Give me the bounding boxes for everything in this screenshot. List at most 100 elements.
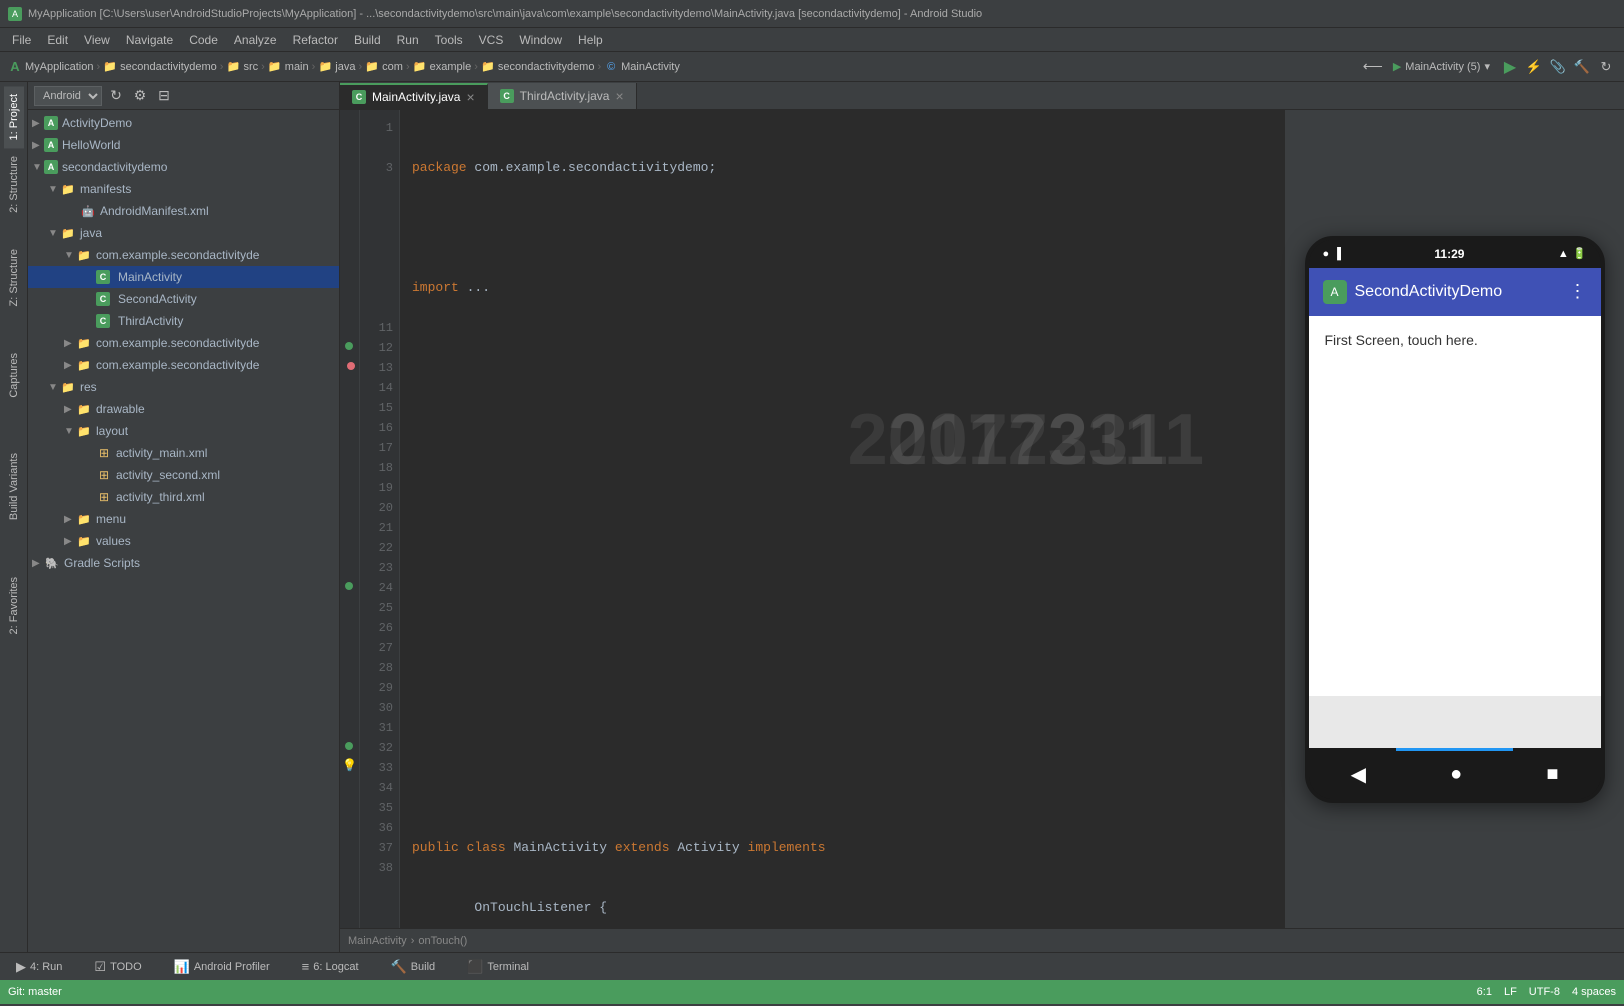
tree-item-gradle[interactable]: ▶ 🐘 Gradle Scripts — [28, 552, 339, 574]
menu-refactor[interactable]: Refactor — [285, 31, 346, 49]
sync-button[interactable]: ↻ — [1596, 57, 1616, 77]
tree-item-activity-main[interactable]: ⊞ activity_main.xml — [28, 442, 339, 464]
xml-icon-as: ⊞ — [96, 467, 112, 483]
menu-analyze[interactable]: Analyze — [226, 31, 285, 49]
menu-window[interactable]: Window — [511, 31, 570, 49]
bottom-tab-logcat[interactable]: ≡ 6: Logcat — [294, 953, 367, 980]
menu-edit[interactable]: Edit — [39, 31, 76, 49]
breadcrumb-java[interactable]: 📁 java — [318, 60, 355, 74]
class-icon-ta: C — [96, 314, 110, 328]
attach-button[interactable]: 📎 — [1548, 57, 1568, 77]
run-config-icon: ▶ — [1393, 60, 1401, 73]
tree-item-activity-second[interactable]: ⊞ activity_second.xml — [28, 464, 339, 486]
collapse-icon[interactable]: ⊟ — [154, 86, 174, 106]
bulb-icon[interactable]: 💡 — [342, 758, 357, 773]
gear-icon[interactable]: ⚙ — [130, 86, 150, 106]
tree-item-helloworld[interactable]: ▶ A HelloWorld — [28, 134, 339, 156]
code-content[interactable]: package com.example.secondactivitydemo; … — [400, 110, 1284, 928]
tree-item-activity-third[interactable]: ⊞ activity_third.xml — [28, 486, 339, 508]
tree-item-activitydemo[interactable]: ▶ A ActivityDemo — [28, 112, 339, 134]
error-marker — [347, 358, 355, 373]
breakpoint-1[interactable] — [345, 338, 355, 353]
build-button[interactable]: 🔨 — [1572, 57, 1592, 77]
bc-sep2: › — [220, 61, 224, 73]
bottom-tab-terminal[interactable]: ⬛ Terminal — [459, 953, 537, 980]
tree-item-values[interactable]: ▶ 📁 values — [28, 530, 339, 552]
tree-item-androidmanifest[interactable]: 🤖 AndroidManifest.xml — [28, 200, 339, 222]
tool-tab-project[interactable]: 1: Project — [4, 86, 24, 148]
tree-item-com2[interactable]: ▶ 📁 com.example.secondactivityde — [28, 332, 339, 354]
bc-myapplication: MyApplication — [25, 61, 93, 73]
tree-item-mainactivity[interactable]: C MainActivity — [28, 266, 339, 288]
breadcrumb-mainactivity[interactable]: © MainActivity — [604, 60, 680, 74]
bottom-tab-run[interactable]: ▶ 4: Run — [8, 953, 70, 980]
code-editor[interactable]: 💡 1 3 11 12 13 — [340, 110, 1284, 928]
menu-help[interactable]: Help — [570, 31, 611, 49]
menu-tools[interactable]: Tools — [427, 31, 471, 49]
editor-tab-mainactivity[interactable]: C MainActivity.java × — [340, 83, 488, 109]
phone-home-button[interactable]: ● — [1450, 763, 1462, 786]
breadcrumb-myapplication[interactable]: A MyApplication — [8, 60, 93, 74]
breadcrumb-secondactivitydemo2[interactable]: 📁 secondactivitydemo — [481, 60, 595, 74]
nav-back-button[interactable]: ⟵ — [1363, 57, 1383, 77]
tree-item-thirdactivity[interactable]: C ThirdActivity — [28, 310, 339, 332]
run-config-dropdown[interactable]: ▶ MainActivity (5) ▾ — [1387, 57, 1496, 77]
menu-code[interactable]: Code — [181, 31, 226, 49]
editor-area: 💡 1 3 11 12 13 — [340, 110, 1624, 928]
tool-tab-z-structure[interactable]: Z: Structure — [4, 241, 24, 314]
tree-item-secondactivity[interactable]: C SecondActivity — [28, 288, 339, 310]
tree-arrow-sad: ▼ — [32, 162, 44, 173]
debug-button[interactable]: ⚡ — [1524, 57, 1544, 77]
tool-tab-captures[interactable]: Captures — [4, 345, 24, 406]
tree-item-manifests[interactable]: ▼ 📁 manifests — [28, 178, 339, 200]
tree-item-secondactivitydemo[interactable]: ▼ A secondactivitydemo — [28, 156, 339, 178]
folder-icon-layout: 📁 — [76, 423, 92, 439]
menu-file[interactable]: File — [4, 31, 39, 49]
tab-close-ta[interactable]: × — [615, 88, 623, 104]
status-lf[interactable]: LF — [1504, 986, 1517, 998]
sync-icon[interactable]: ↻ — [106, 86, 126, 106]
tree-item-com3[interactable]: ▶ 📁 com.example.secondactivityde — [28, 354, 339, 376]
bottom-tab-profiler[interactable]: 📊 Android Profiler — [166, 953, 278, 980]
tree-item-layout[interactable]: ▼ 📁 layout — [28, 420, 339, 442]
tree-item-menu[interactable]: ▶ 📁 menu — [28, 508, 339, 530]
breakpoint-2[interactable] — [345, 578, 355, 593]
bottom-tab-build[interactable]: 🔨 Build — [383, 953, 444, 980]
phone-recent-button[interactable]: ■ — [1546, 763, 1558, 786]
editor-tab-thirdactivity[interactable]: C ThirdActivity.java × — [488, 83, 637, 109]
project-view-dropdown[interactable]: Android Project — [34, 86, 102, 106]
breakpoint-3[interactable] — [345, 738, 355, 753]
tree-item-res[interactable]: ▼ 📁 res — [28, 376, 339, 398]
bc-sep4: › — [312, 61, 316, 73]
tree-item-java[interactable]: ▼ 📁 java — [28, 222, 339, 244]
tree-item-com1[interactable]: ▼ 📁 com.example.secondactivityde — [28, 244, 339, 266]
breadcrumb-main[interactable]: 📁 main — [268, 60, 309, 74]
menu-vcs[interactable]: VCS — [471, 31, 512, 49]
run-button[interactable]: ▶ — [1500, 57, 1520, 77]
folder-icon-drawable: 📁 — [76, 401, 92, 417]
breadcrumb-example[interactable]: 📁 example — [413, 60, 472, 74]
breadcrumb-src[interactable]: 📁 src — [226, 60, 258, 74]
status-encoding[interactable]: UTF-8 — [1529, 986, 1560, 998]
tree-item-drawable[interactable]: ▶ 📁 drawable — [28, 398, 339, 420]
tool-tab-build-variants[interactable]: Build Variants — [4, 445, 24, 528]
menu-view[interactable]: View — [76, 31, 118, 49]
status-indent[interactable]: 4 spaces — [1572, 986, 1616, 998]
status-position[interactable]: 6:1 — [1477, 986, 1492, 998]
bc-java: java — [335, 61, 355, 73]
breadcrumb-secondactivitydemo[interactable]: 📁 secondactivitydemo — [103, 60, 217, 74]
tab-close-ma[interactable]: × — [466, 89, 474, 105]
menu-build[interactable]: Build — [346, 31, 389, 49]
tool-tab-favorites[interactable]: 2: Favorites — [4, 569, 24, 642]
menu-navigate[interactable]: Navigate — [118, 31, 181, 49]
phone-back-button[interactable]: ◀ — [1351, 762, 1366, 787]
breadcrumb-com[interactable]: 📁 com — [365, 60, 403, 74]
bottom-tab-todo[interactable]: ☑ TODO — [86, 953, 149, 980]
tree-label-com3: com.example.secondactivityde — [96, 358, 259, 372]
code-line-11 — [412, 778, 1284, 798]
phone-app-icon: A — [1323, 280, 1347, 304]
phone-menu-dots[interactable]: ⋮ — [1569, 281, 1587, 302]
tree-label-com1: com.example.secondactivityde — [96, 248, 259, 262]
tool-tab-structure[interactable]: 2: Structure — [4, 148, 24, 221]
menu-run[interactable]: Run — [389, 31, 427, 49]
